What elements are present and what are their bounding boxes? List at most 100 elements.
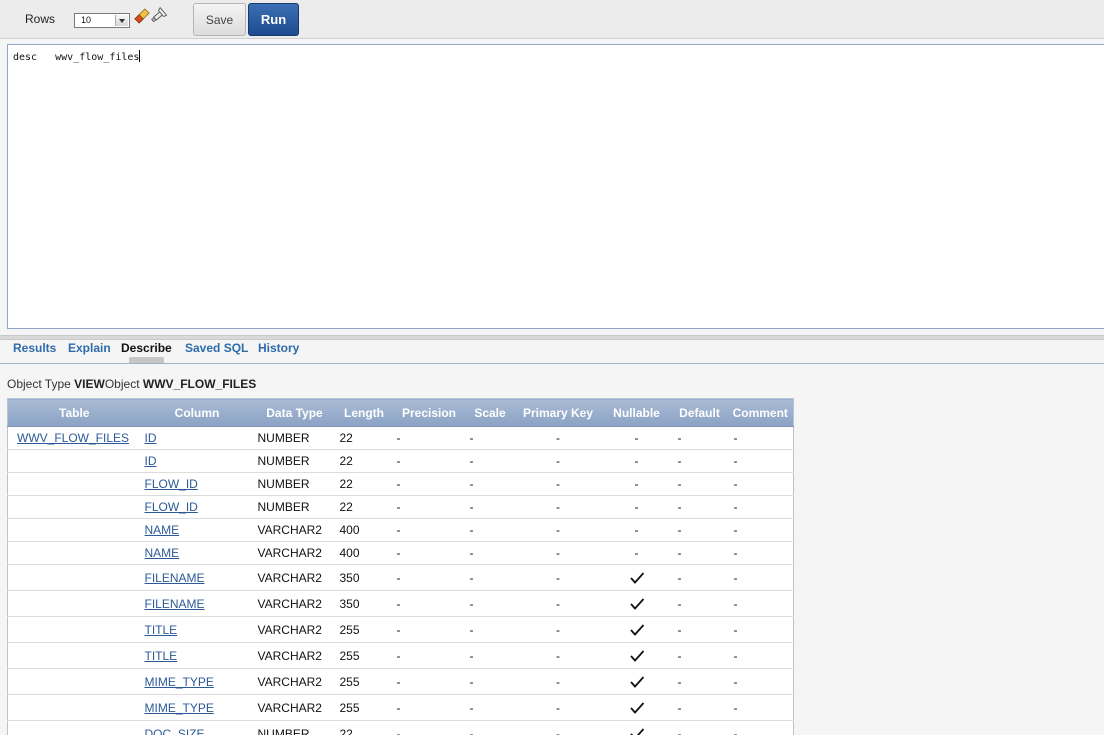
primary-key-cell: - xyxy=(514,518,602,542)
toolbar: Rows 10 Save Run xyxy=(0,0,1104,39)
table-row: FILENAME VARCHAR2 350- - - - - xyxy=(7,590,794,617)
nullable-cell: - xyxy=(601,449,672,473)
column-cell: MIME_TYPE xyxy=(140,694,254,721)
table-row: WWV_FLOW_FILES ID NUMBER 22- - - - - - xyxy=(7,426,794,450)
precision-cell: - xyxy=(392,564,466,591)
primary-key-cell: - xyxy=(514,472,602,496)
tab-results[interactable]: Results xyxy=(13,341,56,355)
default-cell: - xyxy=(671,518,728,542)
data-type-cell: VARCHAR2 xyxy=(253,694,336,721)
tab-history[interactable]: History xyxy=(258,341,299,355)
column-cell: DOC_SIZE xyxy=(140,720,254,735)
table-cell xyxy=(7,541,141,565)
comment-cell: - xyxy=(727,694,794,721)
nullable-cell xyxy=(601,564,672,591)
save-button[interactable]: Save xyxy=(193,3,246,36)
flashlight-icon[interactable] xyxy=(149,6,168,25)
length-cell: 350 xyxy=(335,590,393,617)
column-cell: FLOW_ID xyxy=(140,495,254,519)
precision-cell: - xyxy=(392,518,466,542)
precision-cell: - xyxy=(392,495,466,519)
results-tabs: Results Explain Describe Saved SQL Histo… xyxy=(0,340,1104,364)
column-name-link[interactable]: FLOW_ID xyxy=(145,477,198,491)
column-name-link[interactable]: NAME xyxy=(145,546,180,560)
default-cell: - xyxy=(671,449,728,473)
header-table: Table xyxy=(7,398,141,427)
column-name-link[interactable]: ID xyxy=(145,431,157,445)
table-cell xyxy=(7,449,141,473)
rows-select-value: 10 xyxy=(81,15,92,25)
column-name-link[interactable]: TITLE xyxy=(145,649,178,663)
comment-cell: - xyxy=(727,541,794,565)
precision-cell: - xyxy=(392,426,466,450)
table-row: NAME VARCHAR2 400- - - - - - xyxy=(7,541,794,565)
primary-key-cell: - xyxy=(514,426,602,450)
precision-cell: - xyxy=(392,541,466,565)
table-row: NAME VARCHAR2 400- - - - - - xyxy=(7,518,794,542)
data-type-cell: NUMBER xyxy=(253,495,336,519)
tab-explain[interactable]: Explain xyxy=(68,341,111,355)
nullable-cell xyxy=(601,616,672,643)
length-cell: 22 xyxy=(335,720,393,735)
table-cell xyxy=(7,495,141,519)
scale-cell: - xyxy=(465,564,515,591)
column-name-link[interactable]: TITLE xyxy=(145,623,178,637)
scale-cell: - xyxy=(465,590,515,617)
table-cell xyxy=(7,564,141,591)
length-cell: 400 xyxy=(335,518,393,542)
data-type-cell: VARCHAR2 xyxy=(253,518,336,542)
length-cell: 255 xyxy=(335,616,393,643)
table-name-link[interactable]: WWV_FLOW_FILES xyxy=(17,431,129,445)
column-cell: NAME xyxy=(140,518,254,542)
text-caret xyxy=(139,50,141,62)
rows-select[interactable]: 10 xyxy=(74,13,130,28)
length-cell: 22 xyxy=(335,495,393,519)
comment-cell: - xyxy=(727,642,794,669)
table-cell xyxy=(7,668,141,695)
column-name-link[interactable]: FLOW_ID xyxy=(145,500,198,514)
default-cell: - xyxy=(671,616,728,643)
tab-saved-sql[interactable]: Saved SQL xyxy=(185,341,248,355)
primary-key-cell: - xyxy=(514,564,602,591)
column-name-link[interactable]: MIME_TYPE xyxy=(145,675,214,689)
sql-editor[interactable]: desc wwv_flow_files xyxy=(7,44,1104,329)
default-cell: - xyxy=(671,668,728,695)
table-row: ID NUMBER 22- - - - - - xyxy=(7,449,794,473)
nullable-cell xyxy=(601,720,672,735)
comment-cell: - xyxy=(727,564,794,591)
comment-cell: - xyxy=(727,720,794,735)
data-type-cell: NUMBER xyxy=(253,426,336,450)
column-name-link[interactable]: ID xyxy=(145,454,157,468)
tab-describe[interactable]: Describe xyxy=(121,341,172,363)
column-cell: ID xyxy=(140,426,254,450)
length-cell: 22 xyxy=(335,472,393,496)
column-name-link[interactable]: MIME_TYPE xyxy=(145,701,214,715)
column-cell: MIME_TYPE xyxy=(140,668,254,695)
column-name-link[interactable]: NAME xyxy=(145,523,180,537)
data-type-cell: VARCHAR2 xyxy=(253,668,336,695)
chevron-down-icon[interactable] xyxy=(115,15,128,26)
precision-cell: - xyxy=(392,616,466,643)
header-primary-key: Primary Key xyxy=(514,398,602,427)
data-type-cell: NUMBER xyxy=(253,449,336,473)
column-name-link[interactable]: FILENAME xyxy=(145,571,205,585)
default-cell: - xyxy=(671,694,728,721)
table-cell xyxy=(7,616,141,643)
column-name-link[interactable]: FILENAME xyxy=(145,597,205,611)
precision-cell: - xyxy=(392,642,466,669)
check-icon xyxy=(629,728,644,735)
data-type-cell: VARCHAR2 xyxy=(253,590,336,617)
column-name-link[interactable]: DOC_SIZE xyxy=(145,727,205,735)
table-cell xyxy=(7,694,141,721)
table-cell xyxy=(7,720,141,735)
nullable-cell: - xyxy=(601,541,672,565)
scale-cell: - xyxy=(465,449,515,473)
comment-cell: - xyxy=(727,472,794,496)
check-icon xyxy=(629,624,644,636)
column-cell: FILENAME xyxy=(140,564,254,591)
run-button[interactable]: Run xyxy=(248,3,299,36)
comment-cell: - xyxy=(727,518,794,542)
table-row: DOC_SIZE NUMBER 22- - - - - xyxy=(7,720,794,735)
precision-cell: - xyxy=(392,694,466,721)
nullable-cell xyxy=(601,642,672,669)
